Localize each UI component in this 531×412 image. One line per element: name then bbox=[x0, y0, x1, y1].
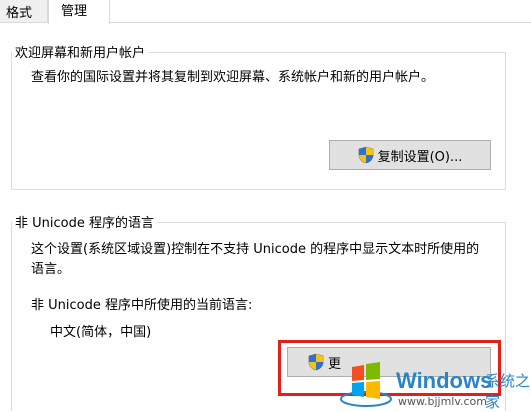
uac-shield-icon bbox=[358, 146, 373, 164]
welcome-description: 查看你的国际设置并将其复制到欢迎屏幕、系统帐户和新的用户帐户。 bbox=[31, 70, 435, 85]
tab-format[interactable]: 格式 bbox=[0, 0, 48, 23]
current-language-value: 中文(简体，中国) bbox=[50, 325, 152, 340]
unicode-group-title: 非 Unicode 程序的语言 bbox=[12, 212, 157, 231]
tab-format-label: 格式 bbox=[6, 6, 33, 21]
windows-logo-icon bbox=[340, 362, 392, 407]
current-language-label: 非 Unicode 程序中所使用的当前语言: bbox=[31, 298, 253, 313]
watermark: Windows 系统之家 www.bjjmlv.com bbox=[340, 358, 531, 411]
unicode-description: 这个设置(系统区域设置)控制在不支持 Unicode 的程序中显示文本时所使用的… bbox=[31, 242, 480, 277]
tab-manage-label: 管理 bbox=[61, 4, 88, 19]
copy-settings-button[interactable]: 复制设置(O)... bbox=[329, 140, 491, 170]
welcome-group-title: 欢迎屏幕和新用户帐户 bbox=[12, 42, 149, 61]
watermark-brand: Windows bbox=[396, 368, 493, 393]
tab-manage[interactable]: 管理 bbox=[48, 0, 110, 24]
tab-bar: 格式 管理 bbox=[0, 0, 531, 24]
watermark-url: www.bjjmlv.com bbox=[398, 395, 487, 408]
copy-settings-label: 复制设置(O)... bbox=[377, 149, 463, 165]
watermark-brand-cn: 系统之家 bbox=[485, 372, 531, 411]
